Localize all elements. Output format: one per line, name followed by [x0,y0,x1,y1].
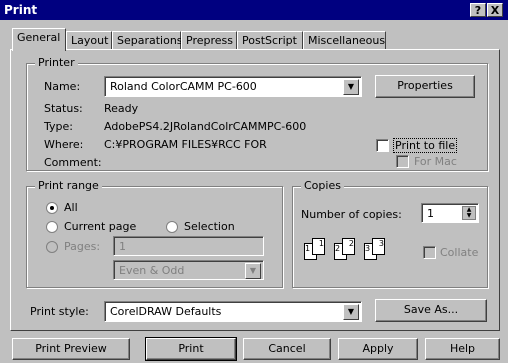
print-range-group-label: Print range [35,179,102,192]
save-as-button[interactable]: Save As... [375,299,487,322]
close-button[interactable]: X [487,3,503,17]
pages-label: Pages: [64,240,101,253]
name-label: Name: [44,80,81,93]
current-page-radio[interactable] [46,221,58,233]
tab-miscellaneous[interactable]: Miscellaneous [303,31,386,50]
page-icon: 3 [372,238,385,255]
tab-postscript[interactable]: PostScript [237,31,303,50]
chevron-down-icon: ▼ [343,304,359,320]
copies-group: Copies [292,179,488,288]
status-label: Status: [44,102,83,115]
even-odd-select[interactable]: Even & Odd ▼ [113,260,264,280]
all-label: All [64,201,78,214]
where-value: C:¥PROGRAM FILES¥RCC FOR [104,138,267,151]
window-title: Print [4,3,38,17]
printer-name-value: Roland ColorCAMM PC-600 [110,80,257,93]
selection-label: Selection [184,220,235,233]
print-style-select[interactable]: CorelDRAW Defaults ▼ [104,301,362,322]
printer-group-label: Printer [35,56,78,69]
print-style-value: CorelDRAW Defaults [110,305,222,318]
selection-radio[interactable] [166,221,178,233]
pages-radio[interactable] [46,241,58,253]
for-mac-label: For Mac [414,155,457,168]
number-of-copies-label: Number of copies: [301,208,402,221]
print-to-file-label[interactable]: Print to file [393,138,458,153]
cancel-button[interactable]: Cancel [243,338,331,360]
printer-name-select[interactable]: Roland ColorCAMM PC-600 ▼ [104,76,362,97]
copies-spinner[interactable]: 1 ▲ ▼ [421,203,479,223]
tab-label: General [17,31,61,44]
copies-value: 1 [427,207,434,220]
print-style-label: Print style: [30,305,89,318]
tab-separations[interactable]: Separations [112,31,183,50]
properties-button[interactable]: Properties [375,75,475,98]
where-label: Where: [44,138,84,151]
tab-label: Miscellaneous [308,34,386,47]
even-odd-value: Even & Odd [119,264,185,277]
chevron-down-icon: ▼ [343,79,359,95]
copies-group-label: Copies [301,179,344,192]
page-icon: 1 [312,238,325,255]
spinner-arrows-icon[interactable]: ▲ ▼ [462,206,476,220]
current-page-label: Current page [64,220,137,233]
collate-label: Collate [440,246,479,259]
tab-label: Layout [71,34,109,47]
print-to-file-checkbox[interactable] [376,139,389,152]
tab-label: Prepress [186,34,233,47]
print-button[interactable]: Print [145,337,237,361]
tab-label: Separations [117,34,183,47]
print-preview-button[interactable]: Print Preview [12,338,130,360]
pages-input[interactable]: 1 [113,236,264,256]
tab-layout[interactable]: Layout [66,31,112,50]
collate-checkbox[interactable] [423,246,436,259]
comment-label: Comment: [44,156,102,169]
tab-prepress[interactable]: Prepress [181,31,237,50]
tab-label: PostScript [242,34,297,47]
help-dialog-button[interactable]: Help [425,338,500,360]
apply-button[interactable]: Apply [338,338,418,360]
title-bar: Print ? X [0,0,508,20]
help-button[interactable]: ? [470,3,486,17]
all-radio[interactable] [46,202,58,214]
type-label: Type: [44,120,73,133]
chevron-down-icon: ▼ [245,263,261,279]
for-mac-checkbox[interactable] [396,155,409,168]
type-value: AdobePS4.2JRolandColrCAMMPC-600 [104,120,307,133]
status-value: Ready [104,102,139,115]
tab-general[interactable]: General [12,28,66,51]
page-icon: 2 [342,238,355,255]
